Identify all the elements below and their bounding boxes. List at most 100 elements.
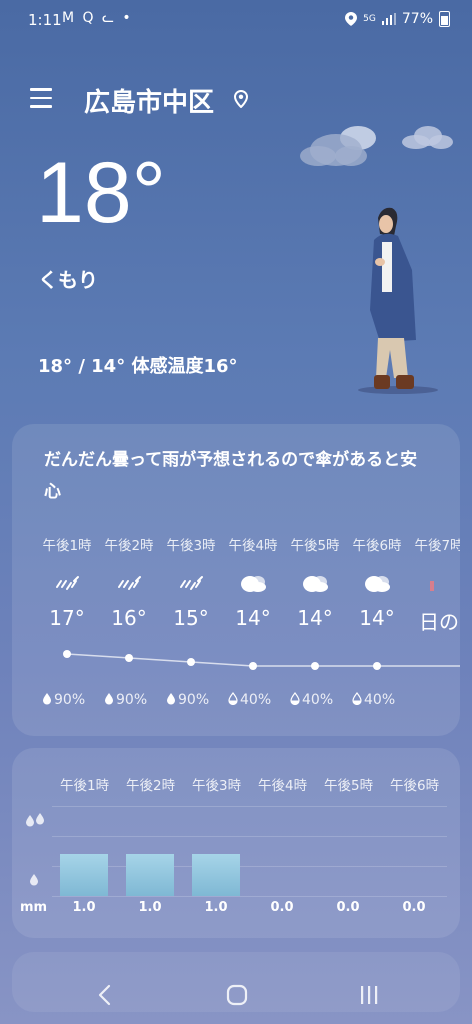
grid-line (52, 866, 447, 867)
rain-icon (118, 576, 141, 590)
hour-temperature: 14° (297, 606, 333, 630)
hour-precip-probability: 40% (228, 692, 271, 708)
rain-bar (60, 854, 108, 896)
precip-value: 90% (178, 692, 210, 708)
location-title[interactable]: 広島市中区 (84, 82, 214, 119)
home-icon[interactable] (226, 984, 248, 1006)
heavy-rain-drops-icon (26, 813, 44, 827)
rain-amount: 0.0 (336, 900, 360, 915)
signal-icon (381, 13, 396, 25)
drop-icon (105, 693, 113, 705)
hour-temperature: 17° (49, 606, 85, 630)
rain-amount: 1.0 (204, 900, 228, 915)
hour-time: 午後7時 (414, 538, 460, 554)
hour-time: 午後2時 (104, 538, 154, 554)
hour-item: 午後6時 14° (346, 534, 408, 630)
rain-amount: 1.0 (138, 900, 162, 915)
search-icon: Q (82, 10, 96, 26)
rain-bar (192, 854, 240, 896)
hour-item: 午後7時日の (408, 534, 460, 635)
precip-value: 40% (364, 692, 396, 708)
hour-icon-wrap (98, 568, 160, 598)
trend-point (187, 658, 195, 666)
hour-time: 午後3時 (166, 538, 216, 554)
light-rain-drop-icon (30, 874, 38, 886)
hour-item: 午後4時 14° (222, 534, 284, 630)
battery-icon (439, 11, 450, 27)
trend-point (63, 650, 71, 658)
trend-point (311, 662, 319, 670)
hour-temperature: 14° (235, 606, 271, 630)
rain-hour-label: 午後2時 (126, 778, 176, 794)
precip-value: 40% (302, 692, 334, 708)
cloudy-icon (241, 576, 266, 592)
hour-icon-wrap (408, 568, 460, 598)
network-type: 5G (363, 14, 376, 24)
hour-item: 午後3時 15° (160, 534, 222, 630)
rain-icon (180, 576, 203, 590)
temperature-trend-line (63, 650, 460, 670)
precip-value: 90% (116, 692, 148, 708)
hour-temperature: 16° (111, 606, 147, 630)
grid-line (52, 806, 447, 807)
sunset-icon (430, 581, 434, 591)
hour-temperature: 15° (173, 606, 209, 630)
cloudy-icon (303, 576, 328, 592)
temperature-range: 18° / 14° 体感温度16° (38, 356, 238, 377)
drop-icon (43, 693, 51, 705)
current-temperature: 18° (36, 145, 167, 241)
hour-temperature: 14° (359, 606, 395, 630)
rain-amount: 0.0 (270, 900, 294, 915)
half-drop-icon (290, 692, 300, 706)
gmail-icon: M (62, 10, 77, 26)
hour-precip-probability: 40% (290, 692, 333, 708)
precip-value: 90% (54, 692, 86, 708)
precip-value: 40% (240, 692, 272, 708)
header: 広島市中区 (30, 82, 450, 122)
hour-time: 午後6時 (352, 538, 402, 554)
half-drop-icon (352, 692, 362, 706)
hour-icon-wrap (284, 568, 346, 598)
hour-precip-probability: 40% (352, 692, 395, 708)
precipitation-card[interactable]: mm 午後1時 1.0 午後2時 1.0 午後3時 1.0 午後4時 0.0 午後5時 0.0 午後… (12, 748, 460, 938)
hour-temperature: 日の (419, 610, 459, 634)
status-right: 5G 77% (345, 11, 450, 27)
hour-icon-wrap (346, 568, 408, 598)
grid-line (52, 836, 447, 837)
back-icon[interactable] (96, 984, 114, 1006)
trend-point (249, 662, 257, 670)
hour-icon-wrap (160, 568, 222, 598)
location-status-icon (345, 12, 358, 26)
location-pin-icon (234, 90, 248, 108)
grid-line (52, 896, 447, 897)
forecast-message: だんだん曇って雨が予想されるので傘があると安心 (44, 450, 418, 502)
rain-hour-label: 午後6時 (390, 778, 440, 794)
hour-time: 午後1時 (42, 538, 92, 554)
menu-icon[interactable] (30, 88, 52, 108)
hour-precip-probability: 90% (166, 692, 209, 708)
status-time: 1:11 (28, 11, 62, 29)
hour-item: 午後1時 17° (36, 534, 98, 630)
hour-item: 午後2時 16° (98, 534, 160, 630)
rain-amount: 0.0 (402, 900, 426, 915)
hourly-forecast-card[interactable]: だんだん曇って雨が予想されるので傘があると安心 午後1時 17° 90% 午後2時 16… (12, 424, 460, 736)
person-illustration (358, 207, 438, 394)
clouds-illustration (300, 126, 453, 166)
trend-point (373, 662, 381, 670)
half-drop-icon (228, 692, 238, 706)
hour-precip-probability: 90% (42, 692, 85, 708)
recents-icon[interactable] (358, 984, 380, 1006)
rain-hour-label: 午後3時 (192, 778, 242, 794)
notification-icons: M Q ᓚ • (62, 10, 133, 26)
drop-icon (167, 693, 175, 705)
hour-icon-wrap (36, 568, 98, 598)
trend-point (125, 654, 133, 662)
hourly-forecast-list[interactable]: 午後1時 17° 90% 午後2時 16° 90% 午後3時 15° 90% 午後4時 14° 40%… (12, 534, 460, 724)
navigation-bar (0, 966, 472, 1024)
hour-item: 午後5時 14° (284, 534, 346, 630)
status-bar: 1:11 M Q ᓚ • 5G 77% (0, 0, 472, 40)
hour-precip-probability: 90% (104, 692, 147, 708)
hour-time: 午後5時 (290, 538, 340, 554)
battery-percent: 77% (401, 11, 433, 27)
hour-time: 午後4時 (228, 538, 278, 554)
